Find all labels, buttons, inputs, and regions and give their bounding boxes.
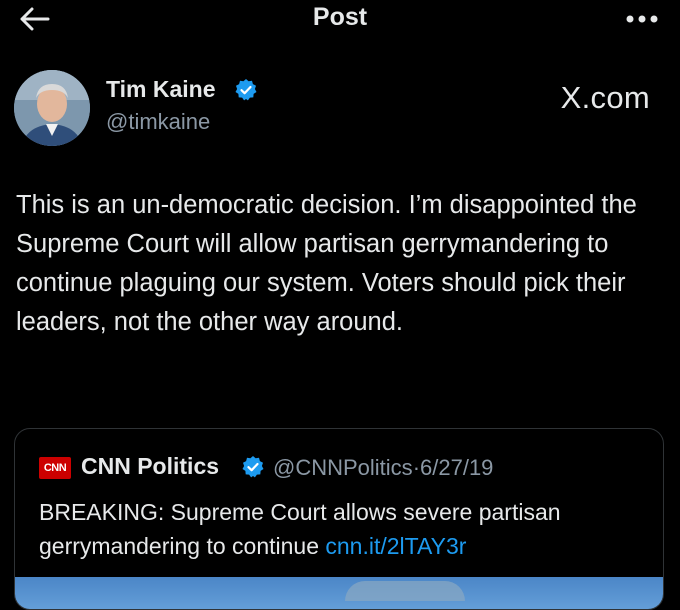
- author-name[interactable]: Tim Kaine: [106, 76, 216, 103]
- quoted-author-name[interactable]: CNN Politics: [81, 453, 219, 480]
- quoted-post-link[interactable]: cnn.it/2lTAY3r: [325, 533, 466, 559]
- avatar[interactable]: [14, 70, 90, 146]
- quoted-meta: @CNNPolitics·6/27/19: [273, 455, 493, 481]
- quoted-post-date[interactable]: 6/27/19: [420, 455, 493, 480]
- author-handle[interactable]: @timkaine: [106, 109, 210, 135]
- top-bar: Post: [0, 0, 680, 40]
- cnn-logo: CNN: [39, 457, 71, 479]
- quoted-post-text: BREAKING: Supreme Court allows severe pa…: [39, 495, 639, 563]
- more-horizontal-icon[interactable]: [622, 8, 662, 30]
- avatar-photo: [14, 70, 90, 146]
- page-title: Post: [312, 3, 368, 31]
- quoted-author-handle[interactable]: @CNNPolitics: [273, 455, 413, 480]
- media-image-shape: [345, 581, 465, 601]
- quoted-post-card[interactable]: CNN CNN Politics @CNNPolitics·6/27/19 BR…: [14, 428, 664, 610]
- quoted-post-body: BREAKING: Supreme Court allows severe pa…: [39, 499, 561, 559]
- meta-separator: ·: [412, 455, 421, 480]
- source-label: X.com: [560, 80, 650, 115]
- post-text: This is an un-democratic decision. I’m d…: [16, 191, 637, 336]
- verified-badge-icon: [235, 79, 257, 101]
- verified-badge-icon: [242, 456, 264, 478]
